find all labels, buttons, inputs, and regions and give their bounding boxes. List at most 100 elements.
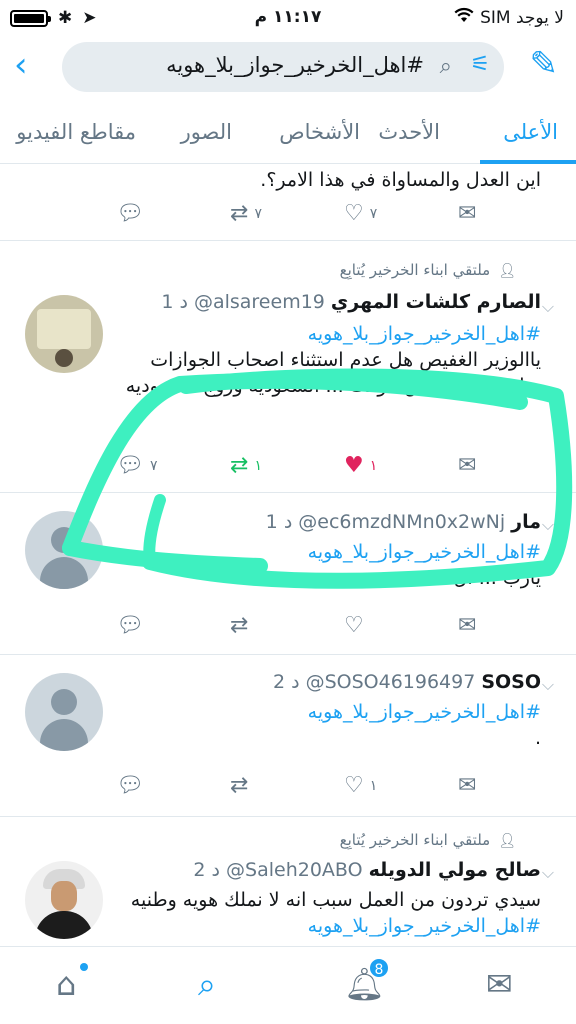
tweet-feed[interactable]: اين العدل والمساواة في هذا الامر؟. 💬︎ ⇄ ٧… — [0, 165, 576, 947]
reply-icon[interactable]: 💬︎ — [116, 613, 144, 638]
tweet-text: يارب ... ال... — [435, 567, 541, 589]
handle[interactable]: @ec6mzdNMn0x2wNj — [298, 511, 505, 533]
chevron-down-icon[interactable]: ⌵ — [542, 675, 554, 695]
like-count: ٧ — [369, 205, 378, 222]
reply-icon[interactable]: 💬︎ — [116, 773, 144, 798]
social-context-text: ملتقي ابناء الخرخير يُتابِع — [339, 261, 491, 279]
messages-icon[interactable]: ✉ — [486, 965, 513, 1003]
chevron-down-icon[interactable]: ⌵ — [542, 297, 554, 317]
retweet-icon: ⇄ — [230, 453, 249, 478]
tab-photos[interactable]: الصور — [181, 120, 232, 144]
display-name[interactable]: مار — [511, 511, 541, 533]
message-icon[interactable]: ✉ — [458, 453, 476, 478]
tweet-actions: 💬︎ ⇄ ٧ ♡ ٧ ✉ — [0, 201, 576, 231]
tweet-item[interactable]: اين العدل والمساواة في هذا الامر؟. 💬︎ ⇄ ٧… — [0, 165, 576, 241]
message-icon[interactable]: ✉ — [458, 773, 476, 798]
like-button[interactable]: ♡ ٧ — [344, 201, 377, 226]
display-name[interactable]: SOSO — [481, 671, 541, 693]
retweet-icon[interactable]: ⇄ — [230, 613, 248, 638]
search-tabs: الأعلى الأحدث الأشخاص الصور مقاطع الفيدي… — [0, 106, 576, 164]
tweet-header: SOSO @SOSO46196497 2 د — [273, 671, 541, 693]
social-context-text: ملتقي ابناء الخرخير يُتابِع — [339, 831, 491, 849]
timestamp: 1 د — [265, 511, 293, 533]
tab-videos[interactable]: مقاطع الفيديو — [16, 120, 136, 144]
tweet-actions: 💬︎ ⇄ ♡ ✉ — [0, 613, 576, 643]
home-icon[interactable]: ⌂ — [56, 965, 76, 1003]
like-button[interactable]: ♡ ١ — [344, 773, 377, 798]
new-content-dot — [80, 963, 88, 971]
back-chevron-icon[interactable]: ‹ — [14, 48, 28, 82]
reply-icon[interactable]: 💬︎ — [116, 201, 144, 226]
message-icon[interactable]: ✉ — [458, 201, 476, 226]
search-icon: ⌕ — [439, 54, 452, 79]
display-name[interactable]: صالح مولي الدويله — [369, 859, 541, 881]
retweet-count: ٧ — [254, 205, 262, 222]
hashtag-link[interactable]: #اهل_الخرخير_جواز_بلا_هويه — [121, 699, 541, 725]
hashtag-link[interactable]: #اهل_الخرخير_جواز_بلا_هويه — [121, 539, 541, 565]
like-count: ١ — [369, 777, 378, 794]
hashtag-link[interactable]: #اهل_الخرخير_جواز_بلا_هويه — [121, 913, 541, 939]
tweet-body: #اهل_الخرخير_جواز_بلا_هويه يارب ... ال..… — [121, 539, 541, 591]
status-bar: ✱ ➤ ١١:١٧ م لا يوجد SIM — [0, 0, 576, 34]
bottom-nav: ⌂ ⌕ 🔔︎ 8 ✉ — [0, 946, 576, 1024]
heart-icon: ♥ — [344, 453, 364, 478]
chevron-down-icon[interactable]: ⌵ — [542, 515, 554, 535]
search-query[interactable]: #اهل_الخرخير_جواز_بلا_هويه — [166, 53, 424, 77]
handle[interactable]: @alsareem19 — [194, 291, 325, 313]
tweet-header: مار @ec6mzdNMn0x2wNj 1 د — [266, 511, 541, 533]
heart-icon[interactable]: ♡ — [344, 613, 364, 638]
search-bar: ‹ #اهل_الخرخير_جواز_بلا_هويه ⌕ ⚟ ✎ — [0, 38, 576, 94]
tab-top[interactable]: الأعلى — [503, 120, 558, 144]
hashtag-link[interactable]: #اهل_الخرخير_جواز_بلا_هويه — [121, 321, 541, 347]
retweet-icon[interactable]: ⇄ — [230, 773, 248, 798]
person-icon: 👤︎ — [498, 833, 516, 849]
tab-people[interactable]: الأشخاص — [279, 120, 360, 144]
notifications-badge: 8 — [368, 957, 390, 979]
compose-tweet-icon[interactable]: ✎ — [530, 44, 559, 84]
like-button[interactable]: ♥ ١ — [344, 453, 377, 478]
tweet-item[interactable]: مار @ec6mzdNMn0x2wNj 1 د ⌵ #اهل_الخرخير_… — [0, 493, 576, 655]
tweet-body: سيدي تردون من العمل سبب انه لا نملك هويه… — [121, 887, 541, 939]
reply-icon: 💬︎ — [116, 453, 144, 478]
tab-latest[interactable]: الأحدث — [378, 120, 440, 144]
active-tab-indicator — [480, 160, 576, 164]
tweet-actions: 💬︎ ٧ ⇄ ١ ♥ ١ ✉ — [0, 453, 576, 483]
tweet-text: ياالوزير الغفيص هل عدم استثناء اصحاب الج… — [125, 349, 541, 397]
display-name[interactable]: الصارم كلشات المهري — [331, 291, 541, 313]
carrier-label: لا يوجد SIM — [480, 7, 564, 28]
social-context: 👤︎ ملتقي ابناء الخرخير يُتابِع — [340, 831, 516, 849]
person-icon: 👤︎ — [498, 263, 516, 279]
tweet-text: . — [534, 727, 541, 749]
message-icon[interactable]: ✉ — [458, 613, 476, 638]
status-right: لا يوجد SIM — [454, 7, 564, 28]
filter-sliders-icon[interactable]: ⚟ — [470, 52, 490, 77]
timestamp: 2 د — [272, 671, 300, 693]
timestamp: 2 د — [193, 859, 221, 881]
retweet-icon: ⇄ — [230, 201, 249, 226]
search-nav-icon[interactable]: ⌕ — [198, 965, 216, 1004]
chevron-down-icon[interactable]: ⌵ — [542, 863, 554, 883]
wifi-icon — [454, 7, 474, 28]
timestamp: 1 د — [161, 291, 188, 313]
retweet-button[interactable]: ⇄ ٧ — [230, 201, 262, 226]
tweet-item[interactable]: SOSO @SOSO46196497 2 د ⌵ #اهل_الخرخير_جو… — [0, 655, 576, 817]
tweet-text: سيدي تردون من العمل سبب انه لا نملك هويه… — [130, 889, 541, 911]
handle[interactable]: @Saleh20ABO — [226, 859, 363, 881]
heart-icon: ♡ — [344, 201, 364, 226]
tweet-actions: 💬︎ ⇄ ♡ ١ ✉ — [0, 773, 576, 803]
tweet-item[interactable]: 👤︎ ملتقي ابناء الخرخير يُتابِع صالح مولي … — [0, 817, 576, 947]
reply-count: ٧ — [149, 457, 158, 474]
tweet-body: #اهل_الخرخير_جواز_بلا_هويه ياالوزير الغف… — [121, 321, 541, 399]
reply-button[interactable]: 💬︎ ٧ — [116, 453, 157, 478]
search-input[interactable]: #اهل_الخرخير_جواز_بلا_هويه ⌕ ⚟ — [62, 42, 504, 92]
tweet-item[interactable]: 👤︎ ملتقي ابناء الخرخير يُتابِع الصارم كلش… — [0, 245, 576, 493]
avatar[interactable] — [25, 861, 103, 939]
retweet-button[interactable]: ⇄ ١ — [230, 453, 262, 478]
heart-icon: ♡ — [344, 773, 364, 798]
tweet-header: صالح مولي الدويله @Saleh20ABO 2 د — [193, 859, 541, 881]
avatar[interactable] — [25, 673, 103, 751]
avatar[interactable] — [25, 295, 103, 373]
avatar[interactable] — [25, 511, 103, 589]
handle[interactable]: @SOSO46196497 — [306, 671, 476, 693]
tweet-body: #اهل_الخرخير_جواز_بلا_هويه . — [121, 699, 541, 751]
